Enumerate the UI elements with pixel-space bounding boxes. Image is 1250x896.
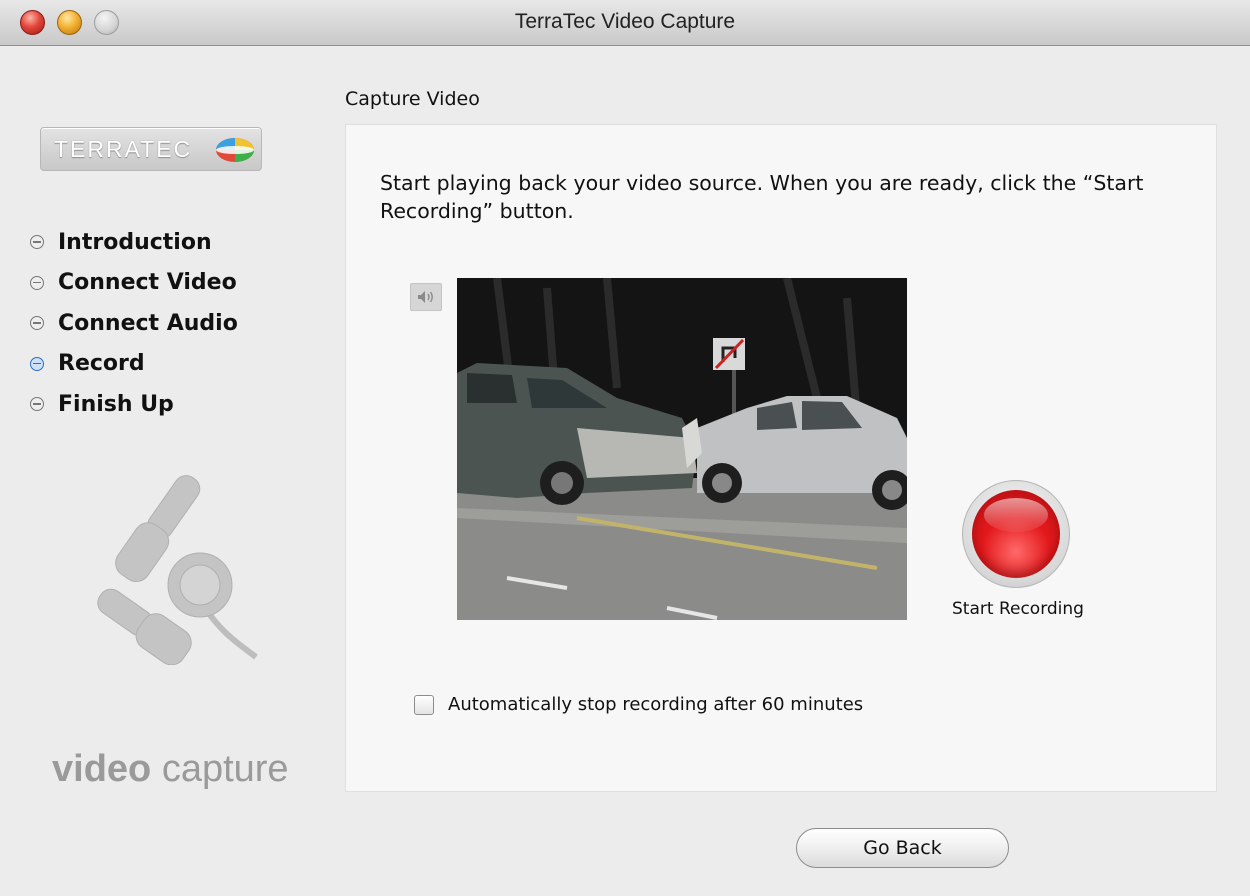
step-bullet-icon bbox=[30, 235, 44, 250]
start-recording-button[interactable] bbox=[962, 480, 1070, 588]
step-label: Connect Video bbox=[58, 270, 237, 296]
auto-stop-option[interactable]: Automatically stop recording after 60 mi… bbox=[414, 694, 863, 715]
rca-plugs-icon bbox=[97, 475, 258, 665]
logo-text: TERRATEC bbox=[54, 136, 193, 162]
start-recording-label: Start Recording bbox=[952, 599, 1084, 619]
auto-stop-checkbox[interactable] bbox=[414, 694, 434, 715]
title-bar: TerraTec Video Capture bbox=[0, 0, 1250, 46]
step-bullet-icon bbox=[30, 397, 44, 412]
speaker-icon bbox=[418, 291, 433, 303]
audio-mute-button[interactable] bbox=[410, 283, 442, 311]
video-preview-frame bbox=[457, 278, 907, 620]
app-window: TerraTec Video Capture TERRATEC Introduc… bbox=[0, 0, 1250, 896]
video-capture-light: capture bbox=[161, 748, 289, 790]
window-title: TerraTec Video Capture bbox=[514, 10, 736, 33]
logo-ball-icon bbox=[216, 138, 254, 162]
terratec-logo: TERRATEC bbox=[40, 127, 262, 171]
step-label: Record bbox=[58, 351, 145, 377]
record-icon bbox=[972, 490, 1060, 578]
section-title: Capture Video bbox=[345, 88, 480, 110]
step-bullet-icon bbox=[30, 275, 44, 290]
step-bullet-icon bbox=[30, 316, 44, 331]
step-navigation: Introduction Connect Video Connect Audio… bbox=[30, 222, 238, 425]
step-introduction[interactable]: Introduction bbox=[30, 222, 238, 263]
video-capture-label: video capture bbox=[52, 748, 289, 791]
step-connect-audio[interactable]: Connect Audio bbox=[30, 303, 238, 344]
auto-stop-label[interactable]: Automatically stop recording after 60 mi… bbox=[448, 694, 863, 715]
step-label: Connect Audio bbox=[58, 310, 238, 336]
video-capture-bold: video bbox=[52, 748, 152, 790]
instructions-text: Start playing back your video source. Wh… bbox=[380, 171, 1144, 223]
record-shine bbox=[984, 498, 1048, 532]
video-preview bbox=[457, 278, 907, 620]
step-connect-video[interactable]: Connect Video bbox=[30, 263, 238, 304]
capture-panel: Start playing back your video source. Wh… bbox=[345, 124, 1217, 792]
step-label: Finish Up bbox=[58, 391, 174, 417]
go-back-button[interactable]: Go Back bbox=[796, 828, 1009, 868]
step-bullet-active-icon bbox=[30, 356, 44, 371]
step-label: Introduction bbox=[58, 229, 212, 255]
step-finish-up[interactable]: Finish Up bbox=[30, 384, 238, 425]
step-record[interactable]: Record bbox=[30, 344, 238, 385]
